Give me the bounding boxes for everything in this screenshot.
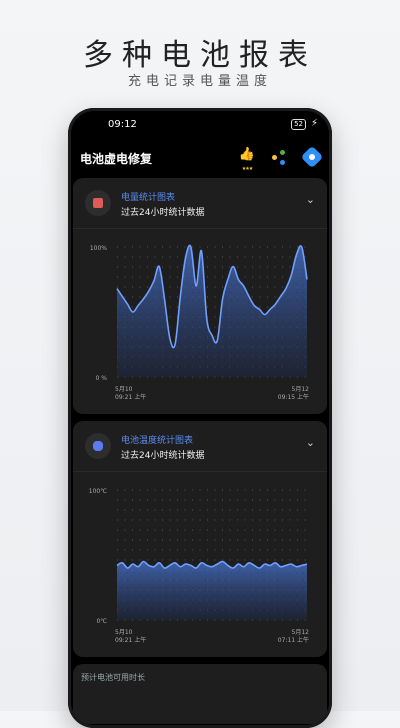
battery-level-chart: 100% 0 % 5月1009:21 上午 5月1209:15 上午: [90, 244, 310, 401]
y-tick-label: 0℃: [96, 618, 107, 625]
card-subtitle: 过去24小时统计数据: [121, 208, 205, 218]
x-tick-label: 5月12: [292, 629, 310, 636]
battery-icon: [85, 190, 111, 216]
x-tick-label: 09:15 上午: [278, 393, 309, 401]
promo-subtitle: 充电记录电量温度: [127, 74, 272, 89]
y-tick-label: 100%: [90, 245, 107, 252]
chevron-down-icon[interactable]: ⌄: [306, 436, 315, 449]
divider: [73, 228, 327, 229]
x-tick-label: 5月10: [115, 629, 133, 636]
y-tick-label: 0 %: [96, 375, 108, 382]
card-subtitle: 过去24小时统计数据: [121, 451, 205, 461]
x-tick-label: 5月12: [292, 386, 310, 393]
series-area: [117, 245, 307, 377]
thermometer-icon: [85, 433, 111, 459]
status-bar: 09:12 52 ⚡: [108, 118, 318, 134]
battery-time-card: 预计电池可用时长: [73, 664, 327, 724]
series-area: [117, 561, 307, 620]
card-title: 预计电池可用时长: [81, 673, 145, 682]
app-bar: 电池虚电修复 👍 ★★★: [80, 145, 324, 173]
share-icon[interactable]: [270, 148, 288, 166]
promo-title: 多种电池报表: [83, 38, 317, 73]
card-title: 电池温度统计图表: [121, 436, 194, 446]
thumbs-up-icon[interactable]: 👍 ★★★: [238, 148, 256, 173]
phone-frame: 09:12 52 ⚡ 电池虚电修复 👍 ★★★ 电量统计图表 过去24小时统计数据…: [68, 108, 332, 728]
card-header[interactable]: 电池温度统计图表 过去24小时统计数据 ⌄: [73, 421, 327, 471]
x-tick-label: 5月10: [115, 386, 133, 393]
battery-level-badge: 52: [291, 119, 306, 130]
card-header[interactable]: 电量统计图表 过去24小时统计数据 ⌄: [73, 178, 327, 228]
app-title: 电池虚电修复: [80, 152, 153, 166]
x-tick-label: 09:21 上午: [115, 393, 146, 401]
status-time: 09:12: [108, 119, 137, 130]
battery-level-card: 电量统计图表 过去24小时统计数据 ⌄ 100% 0 % 5月10 09:21 上午 5…: [73, 178, 327, 414]
charging-icon: ⚡: [310, 118, 318, 129]
x-tick-label: 07:11 上午: [278, 636, 309, 644]
settings-icon[interactable]: [300, 145, 324, 169]
battery-temp-chart: 100℃ 0℃ 5月1009:21 上午 5月1207:11 上午: [89, 488, 310, 644]
battery-temp-card: 电池温度统计图表 过去24小时统计数据 ⌄ 100℃ 0℃ 5月10 09:21 上午…: [73, 421, 327, 657]
chevron-down-icon[interactable]: ⌄: [306, 193, 315, 206]
card-title: 电量统计图表: [121, 193, 176, 203]
x-tick-label: 09:21 上午: [115, 636, 146, 644]
y-tick-label: 100℃: [89, 488, 107, 495]
divider: [73, 471, 327, 472]
